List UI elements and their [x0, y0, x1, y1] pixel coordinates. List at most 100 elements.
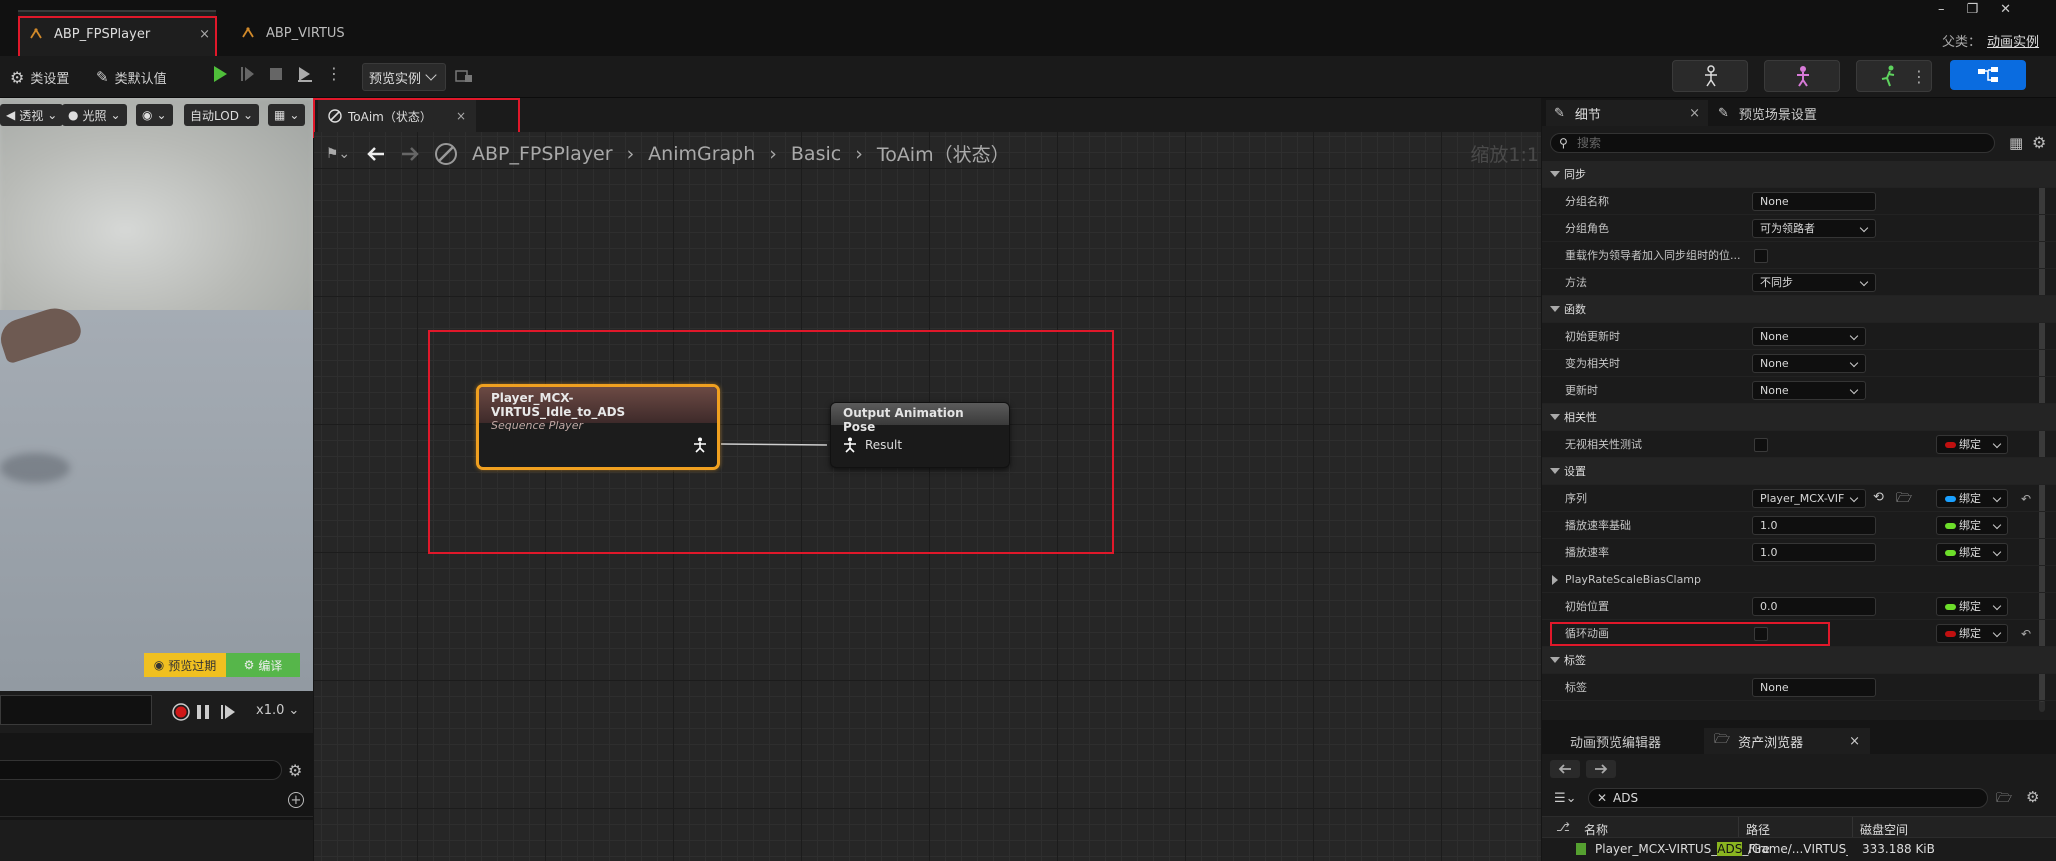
object-pin-icon — [1945, 496, 1956, 502]
class-settings-button[interactable]: ⚙ 类设置 — [10, 63, 69, 91]
class-defaults-button[interactable]: ✎ 类默认值 — [96, 63, 167, 91]
section-sync[interactable]: 同步 — [1542, 161, 2056, 188]
override-leader-checkbox[interactable] — [1754, 249, 1768, 263]
sequence-asset-dropdown[interactable]: Player_MCX-VIF — [1752, 489, 1866, 508]
bind-dropdown[interactable]: 绑定 — [1936, 624, 2008, 643]
prop-label: 方法 — [1565, 276, 1587, 289]
pause-icon[interactable] — [196, 704, 210, 720]
back-button[interactable] — [1550, 760, 1580, 778]
details-search-input[interactable]: ⚲ 搜索 — [1550, 133, 1995, 153]
tab-abp-virtus[interactable]: ABP_VIRTUS — [228, 10, 408, 56]
section-relevancy[interactable]: 相关性 — [1542, 404, 2056, 431]
blueprint-mode-button[interactable] — [1950, 60, 2026, 90]
close-icon[interactable]: ✕ — [2000, 2, 2011, 17]
section-label: 相关性 — [1564, 411, 1597, 424]
clear-search-icon[interactable]: ✕ — [1597, 789, 1607, 807]
method-dropdown[interactable]: 不同步 — [1752, 273, 1876, 292]
preview-instance-label: 预览实例 — [369, 71, 422, 87]
forward-arrow-icon — [1594, 764, 1608, 774]
step-icon[interactable] — [240, 65, 256, 83]
bind-dropdown[interactable]: 绑定 — [1936, 435, 2008, 454]
gear-icon[interactable]: ⚙ — [2032, 133, 2046, 152]
more-options-icon[interactable]: ⋮ — [326, 64, 342, 83]
tab-label: ABP_VIRTUS — [266, 25, 345, 41]
filter-icon[interactable]: ☰⌄ — [1554, 791, 1577, 806]
section-tags[interactable]: 标签 — [1542, 647, 2056, 674]
add-icon[interactable]: + — [288, 792, 304, 808]
column-header-path[interactable]: 路径 — [1746, 821, 1770, 838]
tag-input[interactable]: None — [1752, 678, 1876, 697]
tab-preview-scene-settings[interactable]: ✎ 预览场景设置 — [1710, 100, 1910, 126]
use-selected-icon[interactable]: ⟲ — [1873, 490, 1884, 505]
close-tab-icon[interactable]: × — [1689, 106, 1700, 121]
preview-viewport[interactable]: ◀ 透视 ⌄ ● 光照 ⌄ ◉ ⌄ 自动LOD ⌄ ▦ ⌄ ◉ 预览过期 ⚙ 编译 — [0, 98, 313, 691]
record-icon[interactable] — [172, 703, 190, 721]
close-tab-icon[interactable]: × — [1849, 734, 1860, 749]
details-panel: ✎ 细节 × ✎ 预览场景设置 ⚲ 搜索 ▦ ⚙ 同步 分组名称 None 分组角… — [1542, 98, 2056, 720]
reset-arrow-icon[interactable]: ↶ — [2021, 492, 2031, 506]
bool-pin-icon — [1945, 631, 1956, 637]
gear-icon[interactable]: ⚙ — [288, 761, 302, 780]
screenshot-dropdown[interactable]: ▦ ⌄ — [268, 104, 306, 126]
tab-asset-browser[interactable]: 🗁 资产浏览器 × — [1704, 728, 1870, 754]
column-header-disk-size[interactable]: 磁盘空间 — [1860, 821, 1908, 838]
minimize-icon[interactable]: – — [1938, 2, 1945, 17]
stop-icon[interactable] — [268, 66, 284, 82]
play-rate-basis-input[interactable]: 1.0 — [1752, 516, 1876, 535]
search-placeholder: 搜索 — [1577, 136, 1602, 150]
table-view-icon[interactable]: ▦ — [2009, 134, 2023, 152]
graph-canvas[interactable]: ⚑⌄ ABP_FPSPlayer › AnimGraph › Basic › T… — [314, 132, 1541, 861]
reset-arrow-icon[interactable]: ↶ — [2021, 627, 2031, 641]
browse-icon[interactable]: 🗁 — [1896, 489, 1912, 511]
more-options-icon[interactable]: ⋮ — [1911, 67, 1927, 86]
perspective-label: 透视 — [19, 108, 44, 123]
on-update-dropdown[interactable]: None — [1752, 381, 1866, 400]
bind-dropdown[interactable]: 绑定 — [1936, 489, 2008, 508]
ignore-relevancy-checkbox[interactable] — [1754, 438, 1768, 452]
compile-button[interactable]: ⚙ 编译 — [226, 653, 300, 677]
preview-instance-dropdown[interactable]: 预览实例 — [362, 63, 446, 91]
prop-label: 重载作为领导者加入同步组时的位... — [1565, 249, 1741, 262]
lod-dropdown[interactable]: 自动LOD ⌄ — [184, 104, 260, 126]
prop-label: PlayRateScaleBiasClamp — [1565, 573, 1702, 586]
asset-search-input[interactable]: ✕ ADS — [1588, 788, 1988, 808]
forward-button[interactable] — [1586, 760, 1616, 778]
tab-details[interactable]: ✎ 细节 × — [1546, 100, 1708, 126]
folder-icon[interactable]: 🗁 — [1996, 789, 2012, 811]
section-functions[interactable]: 函数 — [1542, 296, 2056, 323]
become-relevant-dropdown[interactable]: None — [1752, 354, 1866, 373]
mesh-mode-button[interactable] — [1764, 60, 1840, 92]
timeline-search-input[interactable] — [0, 760, 282, 780]
group-name-input[interactable]: None — [1752, 192, 1876, 211]
prop-label: 播放速率基础 — [1565, 519, 1631, 532]
step-forward-icon[interactable] — [220, 704, 236, 720]
prop-bias-clamp[interactable]: PlayRateScaleBiasClamp — [1542, 566, 2056, 593]
debug-filter-icon[interactable] — [455, 68, 473, 84]
column-header-name[interactable]: 名称 — [1584, 821, 1608, 838]
play-icon[interactable] — [212, 65, 228, 83]
bind-dropdown[interactable]: 绑定 — [1936, 597, 2008, 616]
initial-update-dropdown[interactable]: None — [1752, 327, 1866, 346]
source-tree-icon[interactable]: ⎇ — [1556, 820, 1570, 834]
preview-stale-badge[interactable]: ◉ 预览过期 — [144, 653, 226, 677]
eject-icon[interactable] — [296, 65, 314, 83]
show-dropdown[interactable]: ◉ ⌄ — [136, 104, 173, 126]
lighting-dropdown[interactable]: ● 光照 ⌄ — [62, 104, 127, 126]
perspective-dropdown[interactable]: ◀ 透视 ⌄ — [0, 104, 64, 126]
section-settings[interactable]: 设置 — [1542, 458, 2056, 485]
playback-speed-dropdown[interactable]: x1.0 ⌄ — [256, 703, 299, 718]
parent-class: 父类： 动画实例 — [1942, 31, 2039, 50]
tab-animation-preview-editor[interactable]: 动画预览编辑器 — [1542, 728, 1702, 754]
animation-mode-button[interactable]: ⋮ — [1856, 60, 1932, 92]
parent-class-link[interactable]: 动画实例 — [1987, 31, 2039, 50]
timeline-scrubber[interactable] — [0, 695, 152, 725]
table-row[interactable]: Player_MCX-VIRTUS_ADS_Fire /Game/...VIRT… — [1542, 840, 2056, 861]
group-role-dropdown[interactable]: 可为领路者 — [1752, 219, 1876, 238]
bind-dropdown[interactable]: 绑定 — [1936, 543, 2008, 562]
gear-icon[interactable]: ⚙ — [2026, 788, 2039, 806]
start-position-input[interactable]: 0.0 — [1752, 597, 1876, 616]
bind-dropdown[interactable]: 绑定 — [1936, 516, 2008, 535]
play-rate-input[interactable]: 1.0 — [1752, 543, 1876, 562]
restore-icon[interactable]: ❐ — [1967, 2, 1979, 17]
skeleton-mode-button[interactable] — [1672, 60, 1748, 92]
